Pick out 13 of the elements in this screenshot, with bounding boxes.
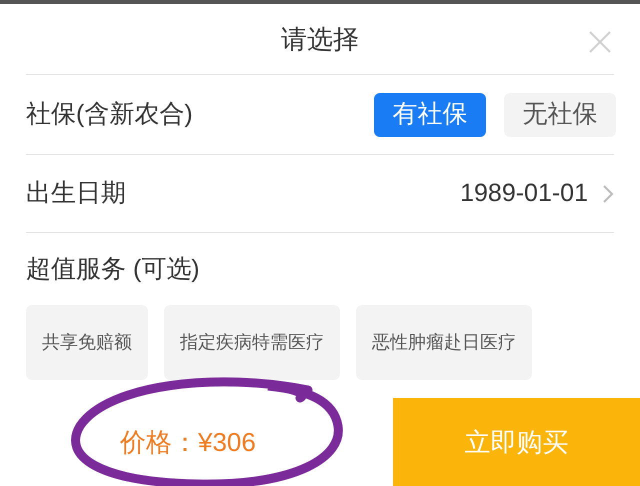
date-value[interactable]: 1989-01-01: [460, 174, 588, 212]
service-chip[interactable]: 共享免赔额: [26, 304, 148, 380]
service-chip[interactable]: 恶性肿瘤赴日医疗: [356, 304, 532, 380]
row-label: 社保(含新农合): [26, 98, 193, 130]
row-label: 出生日期: [26, 178, 126, 209]
chevron-right-icon: [602, 184, 614, 204]
option-button[interactable]: 有社保: [374, 92, 486, 136]
service-chip[interactable]: 指定疾病特需医疗: [164, 304, 340, 380]
option-button[interactable]: 无社保: [504, 92, 616, 136]
dialog-title: 请选择: [281, 22, 359, 56]
section-title: 超值服务 (可选): [26, 255, 200, 283]
close-icon[interactable]: [588, 30, 612, 54]
price-text: 价格：¥306: [120, 426, 256, 458]
